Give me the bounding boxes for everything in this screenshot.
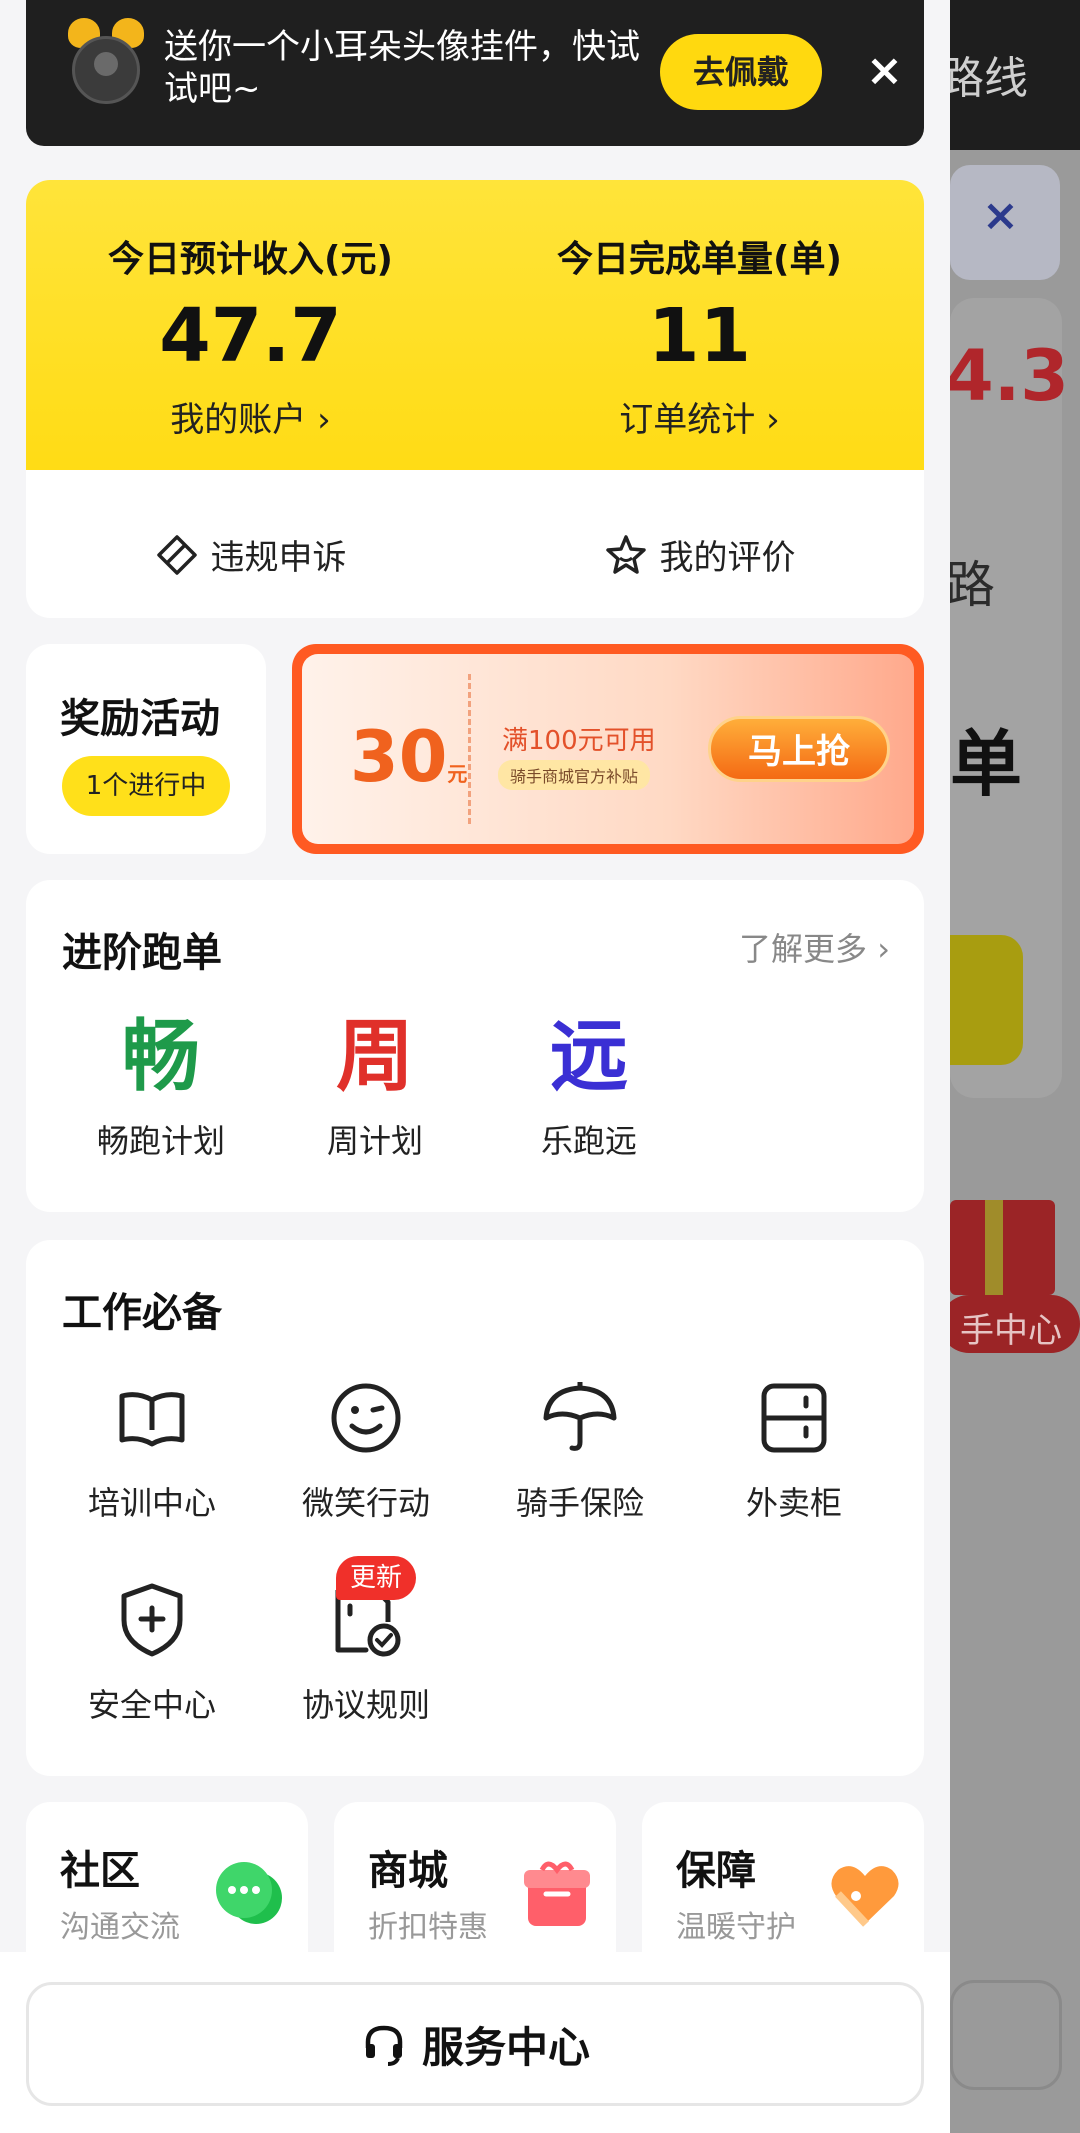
heart-icon: [831, 1866, 899, 1927]
background-bottom-box: [950, 1980, 1062, 2090]
tool-label: 培训中心: [87, 1484, 216, 1522]
shield-icon: [121, 1583, 183, 1657]
plan-glyph: 周: [335, 1012, 414, 1102]
community-title: 社区: [60, 1848, 140, 1894]
tool-safety[interactable]: 安全中心: [52, 1580, 252, 1726]
advanced-running-card: 进阶跑单 了解更多 › 畅 畅跑计划 周 周计划 远 乐跑远: [26, 880, 924, 1212]
coupon-banner[interactable]: 30元 满100元可用 骑手商城官方补贴 马上抢: [292, 644, 924, 854]
appeal-button[interactable]: 违规申诉: [26, 530, 475, 579]
background-close-icon: ×: [982, 190, 1019, 241]
side-sheet: 送你一个小耳朵头像挂件，快试试吧~ 去佩戴 × 今日预计收入(元) 47.7 我…: [0, 0, 950, 2133]
mall-subtitle: 折扣特惠: [368, 1910, 488, 1945]
tool-smile[interactable]: 微笑行动: [266, 1378, 466, 1524]
close-icon[interactable]: ×: [866, 46, 903, 96]
coupon-unit: 元: [447, 762, 468, 786]
avatar-pendant-notice: 送你一个小耳朵头像挂件，快试试吧~ 去佩戴 ×: [26, 0, 924, 146]
rating-label: 我的评价: [659, 538, 796, 578]
plan-item-smooth[interactable]: 畅 畅跑计划: [66, 1012, 256, 1162]
service-center-button[interactable]: 服务中心: [26, 1982, 924, 2106]
locker-icon: [761, 1383, 827, 1453]
plan-item-week[interactable]: 周 周计划: [280, 1012, 470, 1162]
appeal-icon: [156, 534, 197, 575]
grab-coupon-button[interactable]: 马上抢: [708, 716, 890, 782]
service-center-label: 服务中心: [421, 2022, 590, 2072]
plan-glyph: 远: [549, 1012, 628, 1102]
background-text-dan: 单: [950, 722, 1023, 806]
tool-label: 骑手保险: [515, 1484, 644, 1522]
income-label: 今日预计收入(元): [108, 239, 393, 280]
tool-agreement[interactable]: 协议规则: [266, 1580, 466, 1726]
work-essentials-card: 工作必备 培训中心 微笑行动 骑手保险 外卖柜 安全中心 协议规则: [26, 1240, 924, 1776]
learn-more-link[interactable]: 了解更多 ›: [739, 924, 890, 970]
orders-column: 今日完成单量(单) 11 订单统计 ›: [475, 230, 924, 441]
reward-status-badge: 1个进行中: [62, 756, 230, 816]
headset-icon: [365, 2025, 403, 2066]
rating-button[interactable]: 我的评价: [475, 530, 924, 579]
background-pill: 手中心: [940, 1295, 1080, 1353]
protection-subtitle: 温暖守护: [676, 1910, 796, 1945]
tool-label: 外卖柜: [745, 1484, 842, 1522]
tool-insurance[interactable]: 骑手保险: [480, 1378, 680, 1524]
quick-actions: 违规申诉 我的评价: [26, 470, 924, 618]
reward-activity-card[interactable]: 奖励活动 1个进行中: [26, 644, 266, 854]
chat-icon: [216, 1862, 282, 1924]
umbrella-icon: [543, 1382, 617, 1451]
smile-icon: [331, 1383, 401, 1453]
orders-value: 11: [648, 293, 751, 379]
wear-button[interactable]: 去佩戴: [660, 34, 822, 110]
background-route-label: 路线: [940, 53, 1028, 104]
star-icon: [605, 534, 646, 574]
work-title: 工作必备: [62, 1290, 222, 1336]
mall-title: 商城: [368, 1848, 448, 1894]
income-value: 47.7: [159, 293, 342, 379]
plan-label: 乐跑远: [540, 1122, 637, 1160]
gift-box-icon: [524, 1861, 590, 1926]
background-number: 4.3: [945, 335, 1070, 417]
update-badge: 更新: [336, 1556, 416, 1600]
coupon-subsidy: 骑手商城官方补贴: [498, 760, 651, 790]
orders-label: 今日完成单量(单): [557, 239, 842, 280]
reward-title: 奖励活动: [60, 696, 220, 742]
background-text: 路: [945, 556, 995, 614]
tool-label: 微笑行动: [301, 1484, 430, 1522]
plan-item-far[interactable]: 远 乐跑远: [494, 1012, 684, 1162]
advanced-title: 进阶跑单: [62, 930, 222, 976]
tool-locker[interactable]: 外卖柜: [694, 1378, 894, 1524]
appeal-label: 违规申诉: [210, 538, 347, 578]
income-card: 今日预计收入(元) 47.7 我的账户 › 今日完成单量(单) 11 订单统计 …: [26, 180, 924, 494]
background-gift-ribbon: [985, 1200, 1003, 1295]
background-yellow-button: [948, 935, 1023, 1065]
income-column: 今日预计收入(元) 47.7 我的账户 ›: [26, 230, 475, 441]
my-account-link[interactable]: 我的账户 ›: [26, 392, 475, 441]
protection-title: 保障: [676, 1848, 756, 1894]
tool-label: 安全中心: [87, 1686, 216, 1724]
coupon-divider: [468, 674, 471, 824]
book-icon: [119, 1392, 185, 1447]
coupon-body: 30元 满100元可用 骑手商城官方补贴 马上抢: [302, 654, 914, 844]
coupon-amount: 30元: [350, 716, 468, 798]
order-stats-link[interactable]: 订单统计 ›: [475, 392, 924, 441]
plan-label: 畅跑计划: [96, 1122, 225, 1160]
plan-glyph: 畅: [121, 1012, 200, 1102]
notice-text: 送你一个小耳朵头像挂件，快试试吧~: [164, 27, 640, 109]
coupon-condition: 满100元可用: [502, 726, 656, 756]
tool-label: 协议规则: [301, 1686, 430, 1724]
community-subtitle: 沟通交流: [60, 1910, 180, 1945]
tool-training[interactable]: 培训中心: [52, 1378, 252, 1524]
plan-label: 周计划: [326, 1122, 423, 1160]
avatar-ears-icon: [66, 18, 146, 108]
